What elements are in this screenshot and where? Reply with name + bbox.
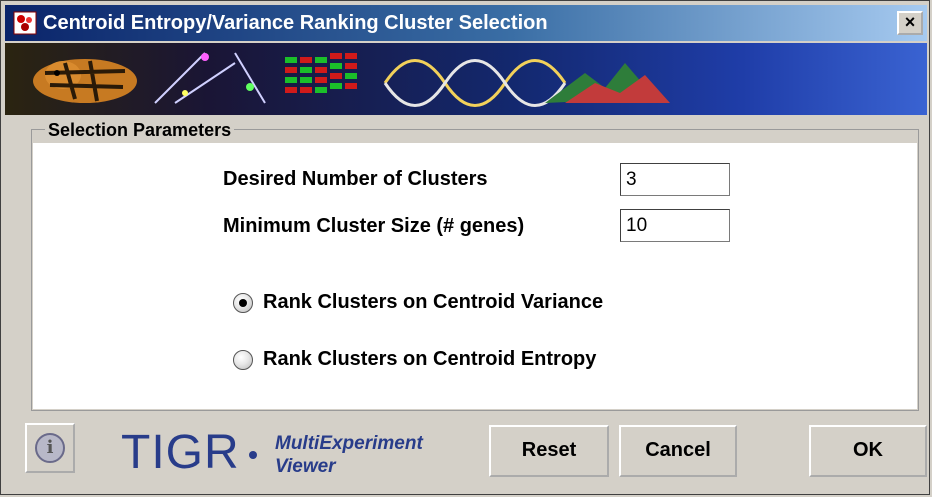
- clusters-label: Desired Number of Clusters: [223, 168, 488, 190]
- entropy-radio-label: Rank Clusters on Centroid Entropy: [263, 348, 597, 370]
- variance-radio[interactable]: [233, 292, 253, 313]
- logo-dot: [249, 451, 257, 459]
- entropy-radio-option[interactable]: Rank Clusters on Centroid Entropy: [233, 348, 596, 371]
- variance-radio-label: Rank Clusters on Centroid Variance: [263, 291, 604, 313]
- min-size-input[interactable]: [620, 209, 730, 242]
- title-bar[interactable]: Centroid Entropy/Variance Ranking Cluste…: [5, 5, 927, 41]
- dialog-window: Centroid Entropy/Variance Ranking Cluste…: [0, 0, 930, 495]
- entropy-radio[interactable]: [233, 349, 253, 370]
- tigr-logo: TIGR: [121, 426, 240, 479]
- logo-multiexperiment: MultiExperiment: [275, 433, 423, 454]
- banner-graphic: [33, 52, 670, 107]
- window-title: Centroid Entropy/Variance Ranking Cluste…: [43, 12, 548, 34]
- close-button[interactable]: ×: [897, 11, 923, 35]
- min-size-label: Minimum Cluster Size (# genes): [223, 215, 525, 237]
- radio-selected-dot: [239, 298, 247, 307]
- parameters-group-title: Selection Parameters: [45, 120, 235, 141]
- cancel-button[interactable]: Cancel: [619, 425, 737, 477]
- reset-button[interactable]: Reset: [489, 425, 609, 477]
- clusters-input[interactable]: [620, 163, 730, 196]
- info-icon: i: [35, 433, 65, 463]
- variance-radio-option[interactable]: Rank Clusters on Centroid Variance: [233, 291, 603, 314]
- ok-button[interactable]: OK: [809, 425, 927, 477]
- info-button[interactable]: i: [25, 423, 75, 473]
- logo-viewer: Viewer: [275, 456, 336, 477]
- header-banner: [5, 43, 927, 115]
- app-icon: [13, 11, 37, 35]
